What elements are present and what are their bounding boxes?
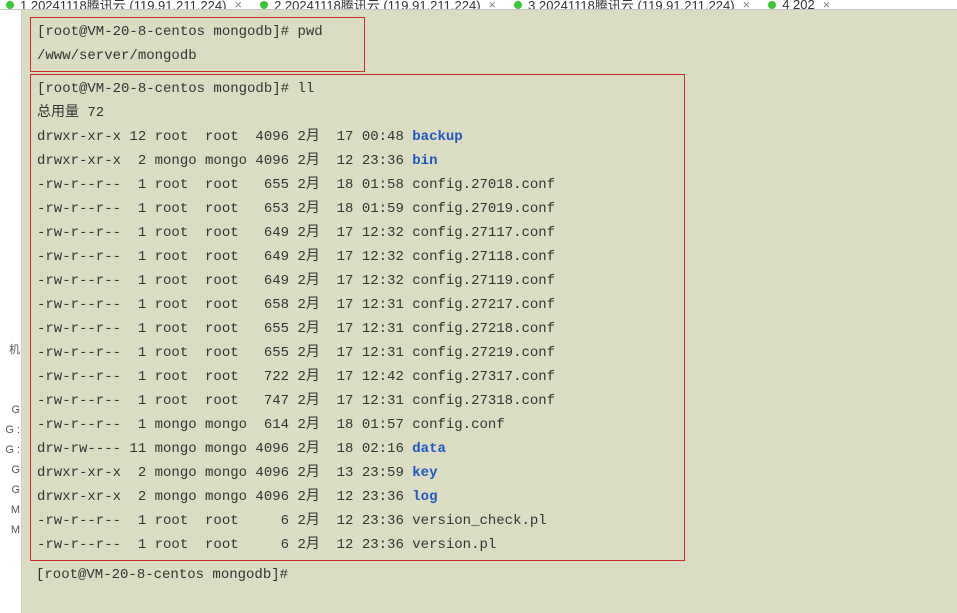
file-name: config.27018.conf (412, 177, 555, 193)
ll-block: [root@VM-20-8-centos mongodb]# ll 总用量 72… (30, 74, 685, 561)
listing-row: drwxr-xr-x 12 root root 4096 2月 17 00:48… (37, 125, 678, 149)
listing-meta: -rw-r--r-- 1 root root 722 2月 17 12:42 (37, 369, 412, 385)
listing-row: drw-rw---- 11 mongo mongo 4096 2月 18 02:… (37, 437, 678, 461)
listing-meta: -rw-r--r-- 1 root root 658 2月 17 12:31 (37, 297, 412, 313)
listing-meta: drwxr-xr-x 2 mongo mongo 4096 2月 13 23:5… (37, 465, 412, 481)
sidebar-fragment-text: 机 G G : G : G G M M (0, 10, 21, 540)
ll-command: ll (297, 81, 314, 97)
status-dot-icon (260, 1, 268, 9)
status-dot-icon (6, 1, 14, 9)
tab-4[interactable]: 4 202 × (768, 0, 830, 10)
listing-meta: drwxr-xr-x 2 mongo mongo 4096 2月 12 23:3… (37, 489, 412, 505)
pwd-prompt-line: [root@VM-20-8-centos mongodb]# pwd (37, 20, 358, 44)
close-icon[interactable]: × (234, 0, 242, 10)
directory-name: log (412, 489, 437, 505)
tab-2[interactable]: 2 20241118腾讯云 (119.91.211.224) × (260, 0, 496, 10)
tab-label: 1 20241118腾讯云 (119.91.211.224) (20, 0, 226, 10)
shell-prompt: [root@VM-20-8-centos mongodb]# (36, 567, 288, 583)
file-name: config.27119.conf (412, 273, 555, 289)
close-icon[interactable]: × (743, 0, 751, 10)
file-name: config.27217.conf (412, 297, 555, 313)
file-name: config.27118.conf (412, 249, 555, 265)
listing-row: -rw-r--r-- 1 root root 649 2月 17 12:32 c… (37, 269, 678, 293)
listing-meta: -rw-r--r-- 1 root root 655 2月 17 12:31 (37, 321, 412, 337)
ll-listing: drwxr-xr-x 12 root root 4096 2月 17 00:48… (37, 125, 678, 557)
listing-meta: -rw-r--r-- 1 root root 653 2月 18 01:59 (37, 201, 412, 217)
pwd-block: [root@VM-20-8-centos mongodb]# pwd /www/… (30, 17, 365, 72)
directory-name: key (412, 465, 437, 481)
listing-meta: drwxr-xr-x 12 root root 4096 2月 17 00:48 (37, 129, 412, 145)
file-name: config.27117.conf (412, 225, 555, 241)
listing-row: -rw-r--r-- 1 root root 655 2月 18 01:58 c… (37, 173, 678, 197)
listing-row: drwxr-xr-x 2 mongo mongo 4096 2月 12 23:3… (37, 485, 678, 509)
listing-meta: -rw-r--r-- 1 root root 6 2月 12 23:36 (37, 537, 412, 553)
listing-row: -rw-r--r-- 1 root root 747 2月 17 12:31 c… (37, 389, 678, 413)
tab-3[interactable]: 3 20241118腾讯云 (119.91.211.224) × (514, 0, 750, 10)
listing-meta: -rw-r--r-- 1 root root 747 2月 17 12:31 (37, 393, 412, 409)
close-icon[interactable]: × (489, 0, 497, 10)
pwd-command: pwd (297, 24, 322, 40)
listing-row: -rw-r--r-- 1 root root 649 2月 17 12:32 c… (37, 221, 678, 245)
tab-1[interactable]: 1 20241118腾讯云 (119.91.211.224) × (6, 0, 242, 10)
tab-label: 4 202 (782, 0, 815, 10)
listing-row: -rw-r--r-- 1 root root 6 2月 12 23:36 ver… (37, 533, 678, 557)
status-dot-icon (514, 1, 522, 9)
listing-meta: -rw-r--r-- 1 root root 649 2月 17 12:32 (37, 273, 412, 289)
listing-meta: -rw-r--r-- 1 root root 649 2月 17 12:32 (37, 249, 412, 265)
listing-row: -rw-r--r-- 1 root root 722 2月 17 12:42 c… (37, 365, 678, 389)
listing-row: -rw-r--r-- 1 mongo mongo 614 2月 18 01:57… (37, 413, 678, 437)
shell-prompt: [root@VM-20-8-centos mongodb]# (37, 24, 297, 40)
pwd-output: /www/server/mongodb (37, 44, 358, 68)
shell-prompt: [root@VM-20-8-centos mongodb]# (37, 81, 297, 97)
file-name: config.conf (412, 417, 504, 433)
close-icon[interactable]: × (823, 0, 831, 10)
listing-meta: -rw-r--r-- 1 root root 6 2月 12 23:36 (37, 513, 412, 529)
listing-row: drwxr-xr-x 2 mongo mongo 4096 2月 13 23:5… (37, 461, 678, 485)
listing-meta: -rw-r--r-- 1 root root 655 2月 17 12:31 (37, 345, 412, 361)
directory-name: bin (412, 153, 437, 169)
trailing-prompt[interactable]: [root@VM-20-8-centos mongodb]# (30, 561, 951, 589)
listing-row: -rw-r--r-- 1 root root 649 2月 17 12:32 c… (37, 245, 678, 269)
directory-name: backup (412, 129, 462, 145)
status-dot-icon (768, 1, 776, 9)
file-name: version.pl (412, 537, 496, 553)
listing-meta: -rw-r--r-- 1 root root 649 2月 17 12:32 (37, 225, 412, 241)
file-name: config.27318.conf (412, 393, 555, 409)
file-name: version_check.pl (412, 513, 546, 529)
directory-name: data (412, 441, 446, 457)
terminal-area[interactable]: [root@VM-20-8-centos mongodb]# pwd /www/… (24, 13, 957, 613)
file-name: config.27218.conf (412, 321, 555, 337)
listing-meta: drwxr-xr-x 2 mongo mongo 4096 2月 12 23:3… (37, 153, 412, 169)
ll-total: 总用量 72 (37, 101, 678, 125)
tab-label: 3 20241118腾讯云 (119.91.211.224) (528, 0, 734, 10)
ll-prompt-line: [root@VM-20-8-centos mongodb]# ll (37, 77, 678, 101)
listing-meta: drw-rw---- 11 mongo mongo 4096 2月 18 02:… (37, 441, 412, 457)
listing-row: -rw-r--r-- 1 root root 658 2月 17 12:31 c… (37, 293, 678, 317)
tab-bar: 1 20241118腾讯云 (119.91.211.224)×2 2024111… (0, 0, 957, 10)
listing-meta: -rw-r--r-- 1 mongo mongo 614 2月 18 01:57 (37, 417, 412, 433)
file-name: config.27317.conf (412, 369, 555, 385)
listing-meta: -rw-r--r-- 1 root root 655 2月 18 01:58 (37, 177, 412, 193)
listing-row: -rw-r--r-- 1 root root 655 2月 17 12:31 c… (37, 341, 678, 365)
tab-label: 2 20241118腾讯云 (119.91.211.224) (274, 0, 480, 10)
listing-row: -rw-r--r-- 1 root root 6 2月 12 23:36 ver… (37, 509, 678, 533)
listing-row: -rw-r--r-- 1 root root 653 2月 18 01:59 c… (37, 197, 678, 221)
listing-row: drwxr-xr-x 2 mongo mongo 4096 2月 12 23:3… (37, 149, 678, 173)
left-sidebar-fragment: 机 G G : G : G G M M (0, 10, 22, 613)
listing-row: -rw-r--r-- 1 root root 655 2月 17 12:31 c… (37, 317, 678, 341)
file-name: config.27219.conf (412, 345, 555, 361)
file-name: config.27019.conf (412, 201, 555, 217)
